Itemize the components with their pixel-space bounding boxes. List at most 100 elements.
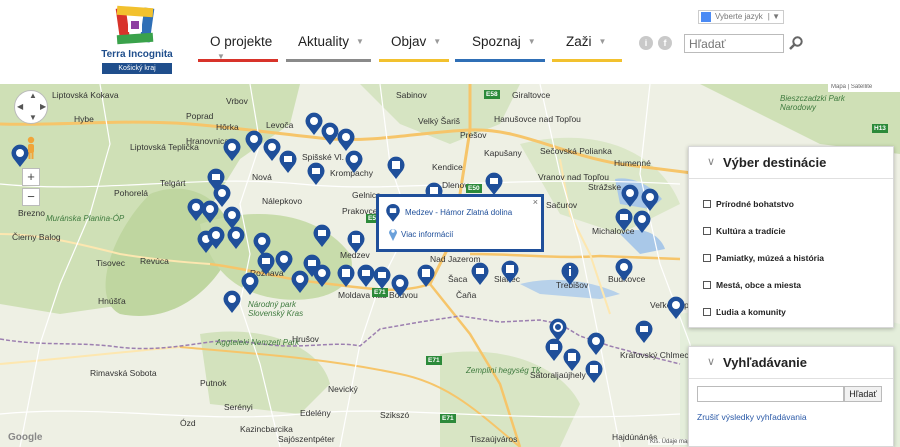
nature-marker-icon[interactable] xyxy=(206,226,226,250)
filter-prirodne-bohatstvo[interactable]: Prírodné bohatstvo xyxy=(703,199,794,211)
nature-marker-icon[interactable] xyxy=(390,274,410,298)
museum-marker-icon[interactable] xyxy=(372,266,392,290)
nature-marker-icon[interactable] xyxy=(666,296,686,320)
chevron-down-icon[interactable]: ∨ xyxy=(707,355,715,368)
culture-marker-icon[interactable] xyxy=(306,162,326,186)
filter-label: Prírodné bohatstvo xyxy=(716,199,794,209)
nature-marker-icon[interactable] xyxy=(344,150,364,174)
nav-o-projekte[interactable]: O projekte▼ xyxy=(198,30,286,62)
pan-right-icon[interactable]: ▶ xyxy=(40,102,46,111)
checkbox[interactable] xyxy=(703,281,711,289)
town-label: Serényi xyxy=(224,402,253,412)
castle-marker-icon[interactable] xyxy=(584,360,604,384)
filter-ludia-a-komunity[interactable]: Ľudia a komunity xyxy=(703,307,786,319)
search-input[interactable] xyxy=(684,34,784,53)
town-label: Kendice xyxy=(432,162,463,172)
monument-marker-icon[interactable] xyxy=(416,264,436,288)
info-window-title[interactable]: Medzev - Hámor Zlatná dolina xyxy=(405,208,512,217)
town-label: Hnúšťa xyxy=(98,296,126,306)
monument-marker-icon[interactable] xyxy=(386,156,406,180)
town-label: Hybe xyxy=(74,114,94,124)
chevron-down-icon: ▼ xyxy=(433,37,442,46)
nature-marker-icon[interactable] xyxy=(632,210,652,234)
facebook-icon[interactable]: f xyxy=(658,36,672,50)
nature-marker-icon[interactable] xyxy=(336,128,356,152)
monument-marker-icon[interactable] xyxy=(346,230,366,254)
panel-header[interactable]: ∨ Vyhľadávanie xyxy=(689,347,893,379)
nav-spoznaj[interactable]: Spoznaj ▼ xyxy=(455,30,552,62)
info-marker-icon[interactable] xyxy=(560,262,580,286)
pan-down-icon[interactable]: ▼ xyxy=(29,113,37,122)
close-icon[interactable]: × xyxy=(533,197,538,207)
nature-marker-icon[interactable] xyxy=(200,200,220,224)
street-view-pegman-icon[interactable] xyxy=(24,136,38,160)
culture-marker-icon[interactable] xyxy=(544,338,564,362)
nature-marker-icon[interactable] xyxy=(222,138,242,162)
filter-mesta-obce[interactable]: Mestá, obce a miesta xyxy=(703,280,801,292)
nature-marker-icon[interactable] xyxy=(640,188,660,212)
map-search-input[interactable] xyxy=(697,386,844,402)
google-logo[interactable]: Google xyxy=(8,432,42,443)
site-header: Terra Incognita Košický kraj O projekte▼… xyxy=(0,0,900,84)
culture-marker-icon[interactable] xyxy=(312,224,332,248)
nature-marker-icon[interactable] xyxy=(240,272,260,296)
checkbox[interactable] xyxy=(703,227,711,235)
culture-marker-icon xyxy=(386,203,400,222)
nav-label: Aktuality xyxy=(298,34,350,49)
nav-aktuality[interactable]: Aktuality ▼ xyxy=(286,30,379,62)
park-label: Národný park Slovenský Kras xyxy=(248,300,304,318)
nature-marker-icon[interactable] xyxy=(222,290,242,314)
language-select[interactable]: Vyberte jazyk | ▼ xyxy=(698,10,784,24)
map-search-button[interactable]: Hľadať xyxy=(844,386,882,402)
town-label: Vrbov xyxy=(226,96,248,106)
nature-marker-icon[interactable] xyxy=(290,270,310,294)
nature-marker-icon[interactable] xyxy=(312,264,332,288)
town-label: Nálepkovo xyxy=(262,196,303,206)
filter-kultura-a-tradicie[interactable]: Kultúra a tradície xyxy=(703,226,785,238)
chevron-down-icon: ▼ xyxy=(598,37,607,46)
park-label: Zemplini hegység TK xyxy=(466,366,542,375)
map-type-control[interactable]: Mapa | Satellite xyxy=(828,84,900,92)
town-label: Pohorelá xyxy=(114,188,149,198)
nature-marker-icon[interactable] xyxy=(614,258,634,282)
info-window-link[interactable]: Viac informácií xyxy=(401,230,453,239)
castle-marker-icon[interactable] xyxy=(500,260,520,284)
museum-marker-icon[interactable] xyxy=(470,262,490,286)
checkbox[interactable] xyxy=(703,200,711,208)
pan-up-icon[interactable]: ▲ xyxy=(29,91,37,100)
nav-zazi[interactable]: Zaži ▼ xyxy=(552,30,628,62)
museum-marker-icon[interactable] xyxy=(484,172,504,196)
filter-pamiatky[interactable]: Pamiatky, múzeá a história xyxy=(703,253,824,265)
town-label: Šaca xyxy=(448,274,468,284)
nav-objav[interactable]: Objav ▼ xyxy=(379,30,455,62)
museum-marker-icon[interactable] xyxy=(634,320,654,344)
pan-left-icon[interactable]: ◀ xyxy=(17,102,23,111)
town-label: Kráľovský Chlmec xyxy=(620,350,689,360)
castle-marker-icon[interactable] xyxy=(562,348,582,372)
zoom-out-button[interactable]: − xyxy=(22,188,40,206)
pan-control[interactable]: ▲ ▼ ◀ ▶ xyxy=(14,90,48,124)
chevron-down-icon[interactable]: ∨ xyxy=(707,155,715,168)
museum-marker-icon[interactable] xyxy=(614,208,634,232)
town-label: Vranov nad Topľou xyxy=(538,172,610,182)
town-label: Nová xyxy=(252,172,272,182)
clear-results-link[interactable]: Zrušiť výsledky vyhľadávania xyxy=(697,412,807,422)
checkbox[interactable] xyxy=(703,254,711,262)
town-label: Tiszaújváros xyxy=(470,434,518,444)
town-label: Kapušany xyxy=(484,148,522,158)
nature-marker-icon[interactable] xyxy=(586,332,606,356)
checkbox[interactable] xyxy=(703,308,711,316)
map[interactable]: Liptovská Kokava Hybe Poprad Vrbov Sabin… xyxy=(0,84,900,447)
nature-marker-icon[interactable] xyxy=(620,184,640,208)
zoom-in-button[interactable]: + xyxy=(22,168,40,186)
nature-marker-icon[interactable] xyxy=(226,226,246,250)
logo[interactable]: Terra Incognita Košický kraj xyxy=(96,5,178,77)
culture-marker-icon[interactable] xyxy=(278,150,298,174)
monument-marker-icon[interactable] xyxy=(336,264,356,288)
nature-marker-icon[interactable] xyxy=(244,130,264,154)
logo-mark-icon xyxy=(115,5,155,45)
panel-header[interactable]: ∨ Výber destinácie xyxy=(689,147,893,179)
search-icon[interactable] xyxy=(788,35,804,51)
town-label: Sačurov xyxy=(546,200,578,210)
instagram-icon[interactable]: i xyxy=(639,36,653,50)
